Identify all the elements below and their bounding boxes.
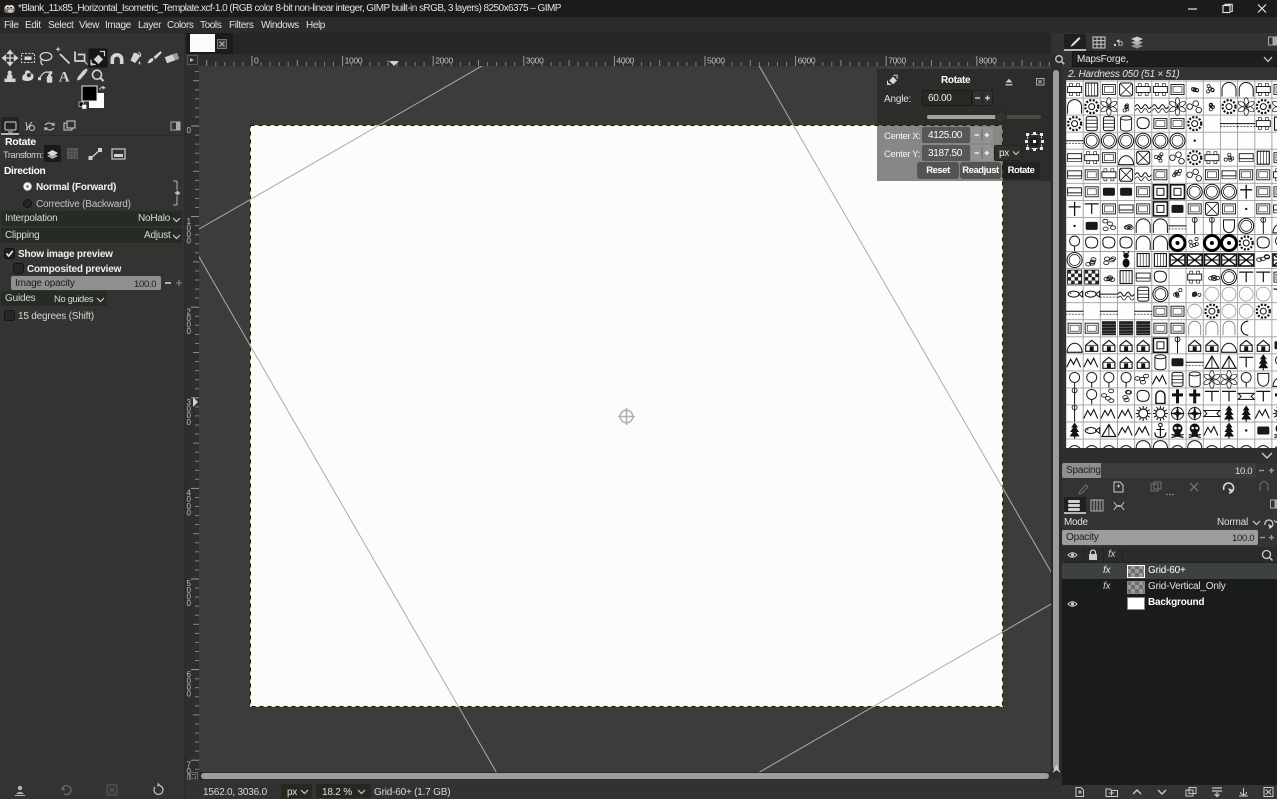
svg-text:8000: 8000 [979,56,997,66]
svg-text:5000: 5000 [707,56,725,66]
svg-text:6000: 6000 [798,56,816,66]
svg-text:A: A [59,70,70,86]
svg-text:b: b [1118,38,1123,48]
svg-text:4000: 4000 [616,56,634,66]
svg-text:3000: 3000 [526,56,544,66]
svg-text:0: 0 [254,56,259,66]
svg-text:1000: 1000 [345,56,363,66]
svg-text:7000: 7000 [888,56,906,66]
svg-text:2000: 2000 [435,56,453,66]
